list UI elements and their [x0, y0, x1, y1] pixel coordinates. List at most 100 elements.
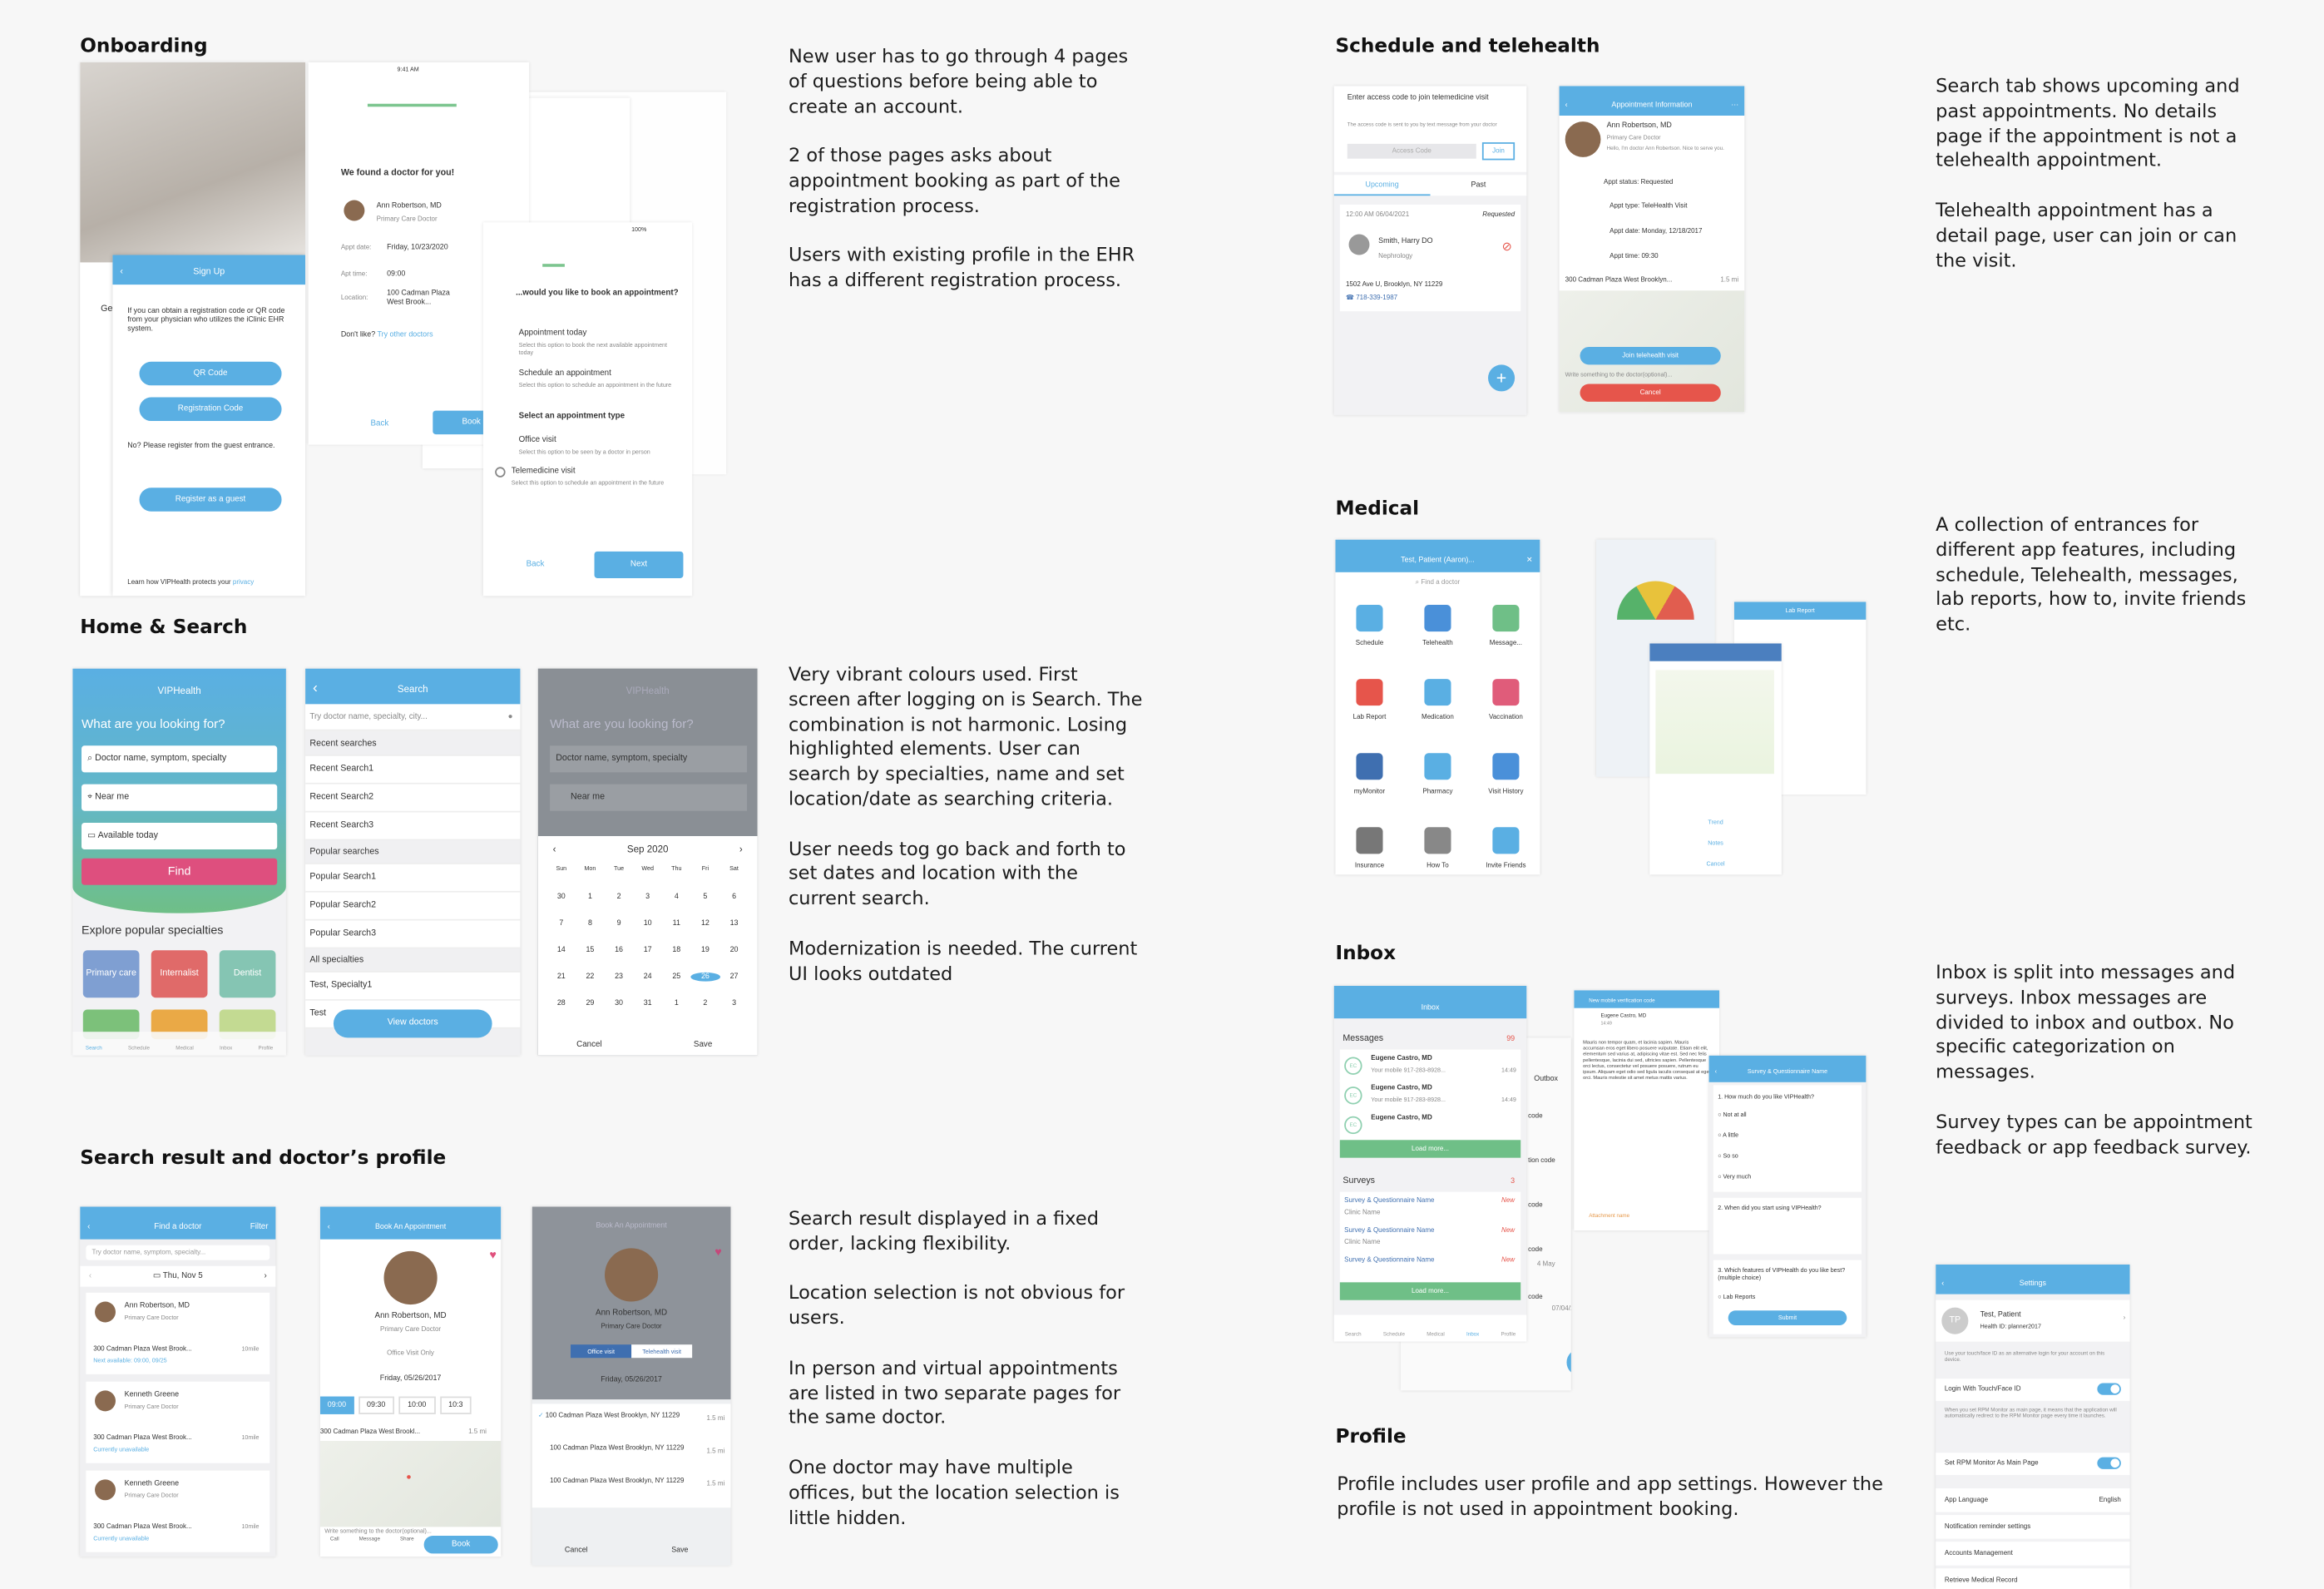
prev-day-icon[interactable]: ‹	[89, 1266, 91, 1287]
attachment-link[interactable]: Attachment name	[1589, 1213, 1629, 1219]
calendar-day[interactable]: 21	[547, 973, 576, 982]
tab-schedule[interactable]: Schedule	[1383, 1331, 1405, 1341]
specialty-tile-internalist[interactable]: Internalist	[151, 950, 208, 998]
cancel-button[interactable]: Cancel	[576, 1041, 602, 1050]
location-option[interactable]: 100 Cadman Plaza West Brooklyn, NY 11229	[550, 1444, 690, 1452]
tab-schedule[interactable]: Schedule	[128, 1045, 150, 1055]
calendar-day[interactable]: 12	[691, 919, 720, 928]
medical-feature[interactable]: Vaccination	[1471, 673, 1540, 720]
medical-feature[interactable]: myMonitor	[1335, 747, 1403, 794]
doctor-result-card[interactable]: Kenneth Greene Primary Care Doctor 300 C…	[86, 1381, 270, 1463]
doctor-result-card[interactable]: Kenneth Greene Primary Care Doctor 300 C…	[86, 1470, 270, 1552]
medical-feature[interactable]: Telehealth	[1403, 599, 1471, 646]
access-code-input[interactable]: Access Code	[1347, 143, 1476, 159]
calendar-day[interactable]: 22	[576, 973, 605, 982]
calendar-day[interactable]: 10	[633, 919, 662, 928]
calendar-day[interactable]: 3	[719, 999, 749, 1008]
outbox-tab[interactable]: Outbox	[1534, 1075, 1558, 1084]
next-day-icon[interactable]: ›	[264, 1266, 266, 1287]
calendar-day[interactable]: 2	[691, 999, 720, 1008]
survey-item[interactable]: Survey & Questionnaire Name Clinic Name …	[1339, 1191, 1521, 1224]
trend-option[interactable]: Trend	[1649, 819, 1782, 826]
call-button[interactable]: Call	[330, 1536, 339, 1542]
search-input[interactable]: Try doctor name, symptom, specialty...	[86, 1245, 270, 1260]
save-button[interactable]: Save	[694, 1041, 712, 1050]
outbox-item[interactable]: tion code	[1528, 1156, 1555, 1164]
survey-option[interactable]: ○ A little	[1718, 1131, 1738, 1139]
tab-telehealth-visit[interactable]: Telehealth visit	[631, 1344, 693, 1359]
join-button[interactable]: Join	[1481, 142, 1516, 161]
tab-profile[interactable]: Profile	[1501, 1331, 1516, 1341]
calendar-day[interactable]: 24	[633, 973, 662, 982]
calendar-day[interactable]: 13	[719, 919, 749, 928]
date-field[interactable]: Available today	[98, 832, 158, 841]
profile-card[interactable]: TP Test, Patient Health ID: planner2017 …	[1936, 1299, 2130, 1342]
favorite-heart-icon[interactable]: ♥	[715, 1245, 721, 1259]
calendar-day[interactable]: 31	[633, 999, 662, 1008]
calendar-day[interactable]: 26	[690, 972, 720, 982]
clear-icon[interactable]: ●	[508, 704, 513, 730]
medical-feature[interactable]: Visit History	[1471, 747, 1540, 794]
privacy-link[interactable]: privacy	[233, 578, 254, 586]
outbox-item[interactable]: code	[1528, 1200, 1542, 1208]
calendar-day[interactable]: 17	[633, 946, 662, 955]
app-language-row[interactable]: App Language English	[1936, 1488, 2130, 1512]
add-appointment-button[interactable]: +	[1488, 364, 1516, 392]
phone-link[interactable]: ☎ 718-339-1987	[1346, 294, 1397, 303]
find-doctor-link[interactable]: ⌕ Find a doctor	[1335, 578, 1540, 586]
option-telemedicine[interactable]: Telemedicine visit	[512, 467, 576, 476]
medical-feature[interactable]: Lab Report	[1335, 673, 1403, 720]
time-slot[interactable]: 10:3	[439, 1396, 472, 1414]
tab-past[interactable]: Past	[1431, 175, 1527, 196]
calendar-day[interactable]: 5	[691, 893, 720, 902]
recent-item[interactable]: Recent Search3	[305, 812, 521, 841]
tab-inbox[interactable]: Inbox	[1466, 1331, 1479, 1341]
back-icon[interactable]: ‹	[120, 255, 123, 290]
calendar-day[interactable]: 8	[576, 919, 605, 928]
registration-code-button[interactable]: Registration Code	[139, 397, 282, 422]
location-option[interactable]: 100 Cadman Plaza West Brooklyn, NY 11229	[550, 1477, 690, 1484]
tab-medical[interactable]: Medical	[1427, 1331, 1444, 1341]
tab-office-visit[interactable]: Office visit	[571, 1344, 632, 1359]
specialty-tile-dentist[interactable]: Dentist	[219, 950, 276, 998]
calendar-day[interactable]: 18	[662, 946, 691, 955]
calendar-day[interactable]: 2	[605, 893, 634, 902]
notes-option[interactable]: Notes	[1649, 839, 1782, 847]
cancel-visit-button[interactable]: Cancel	[1580, 384, 1721, 402]
time-slot[interactable]: 10:00	[398, 1396, 436, 1414]
back-icon[interactable]: ‹	[1715, 1056, 1717, 1088]
medical-feature[interactable]: Insurance	[1335, 821, 1403, 869]
calendar-day[interactable]: 30	[547, 893, 576, 902]
note-input[interactable]: Write something to the doctor(optional).…	[324, 1527, 432, 1534]
survey-option[interactable]: ○ Very much	[1718, 1172, 1751, 1180]
medical-feature[interactable]: Medication	[1403, 673, 1471, 720]
outbox-item[interactable]: code	[1528, 1111, 1542, 1119]
more-icon[interactable]: ···	[1731, 86, 1738, 124]
medical-feature[interactable]: Message...	[1471, 599, 1540, 646]
share-button[interactable]: Share	[400, 1536, 414, 1542]
message-item[interactable]: EC Eugene Castro, MD	[1339, 1108, 1521, 1142]
calendar-day[interactable]: 27	[719, 973, 749, 982]
calendar-day[interactable]: 7	[547, 919, 576, 928]
filter-button[interactable]: Filter	[250, 1206, 269, 1248]
popular-item[interactable]: Popular Search1	[305, 864, 521, 893]
touch-id-toggle[interactable]	[2097, 1383, 2121, 1395]
calendar-day[interactable]: 9	[605, 919, 634, 928]
option-schedule[interactable]: Schedule an appointment	[519, 369, 611, 379]
retrieve-record-row[interactable]: Retrieve Medical Record	[1936, 1568, 2130, 1589]
switch-icon[interactable]: ✕	[1526, 540, 1532, 582]
save-button[interactable]: Save	[671, 1547, 688, 1556]
tab-inbox[interactable]: Inbox	[220, 1045, 232, 1055]
medical-feature[interactable]: Invite Friends	[1471, 821, 1540, 869]
back-icon[interactable]: ‹	[1565, 86, 1568, 124]
rpm-toggle[interactable]	[2097, 1457, 2121, 1469]
tab-search[interactable]: Search	[1345, 1331, 1362, 1341]
calendar-day[interactable]: 19	[691, 946, 720, 955]
tab-medical[interactable]: Medical	[176, 1045, 193, 1055]
location-field[interactable]: Near me	[95, 793, 129, 802]
office-map[interactable]: ●	[319, 1441, 502, 1527]
calendar-day[interactable]: 20	[719, 946, 749, 955]
medical-feature[interactable]: Schedule	[1335, 599, 1403, 646]
outbox-item[interactable]: code	[1528, 1293, 1542, 1300]
compose-button[interactable]: ✎	[1566, 1349, 1571, 1376]
